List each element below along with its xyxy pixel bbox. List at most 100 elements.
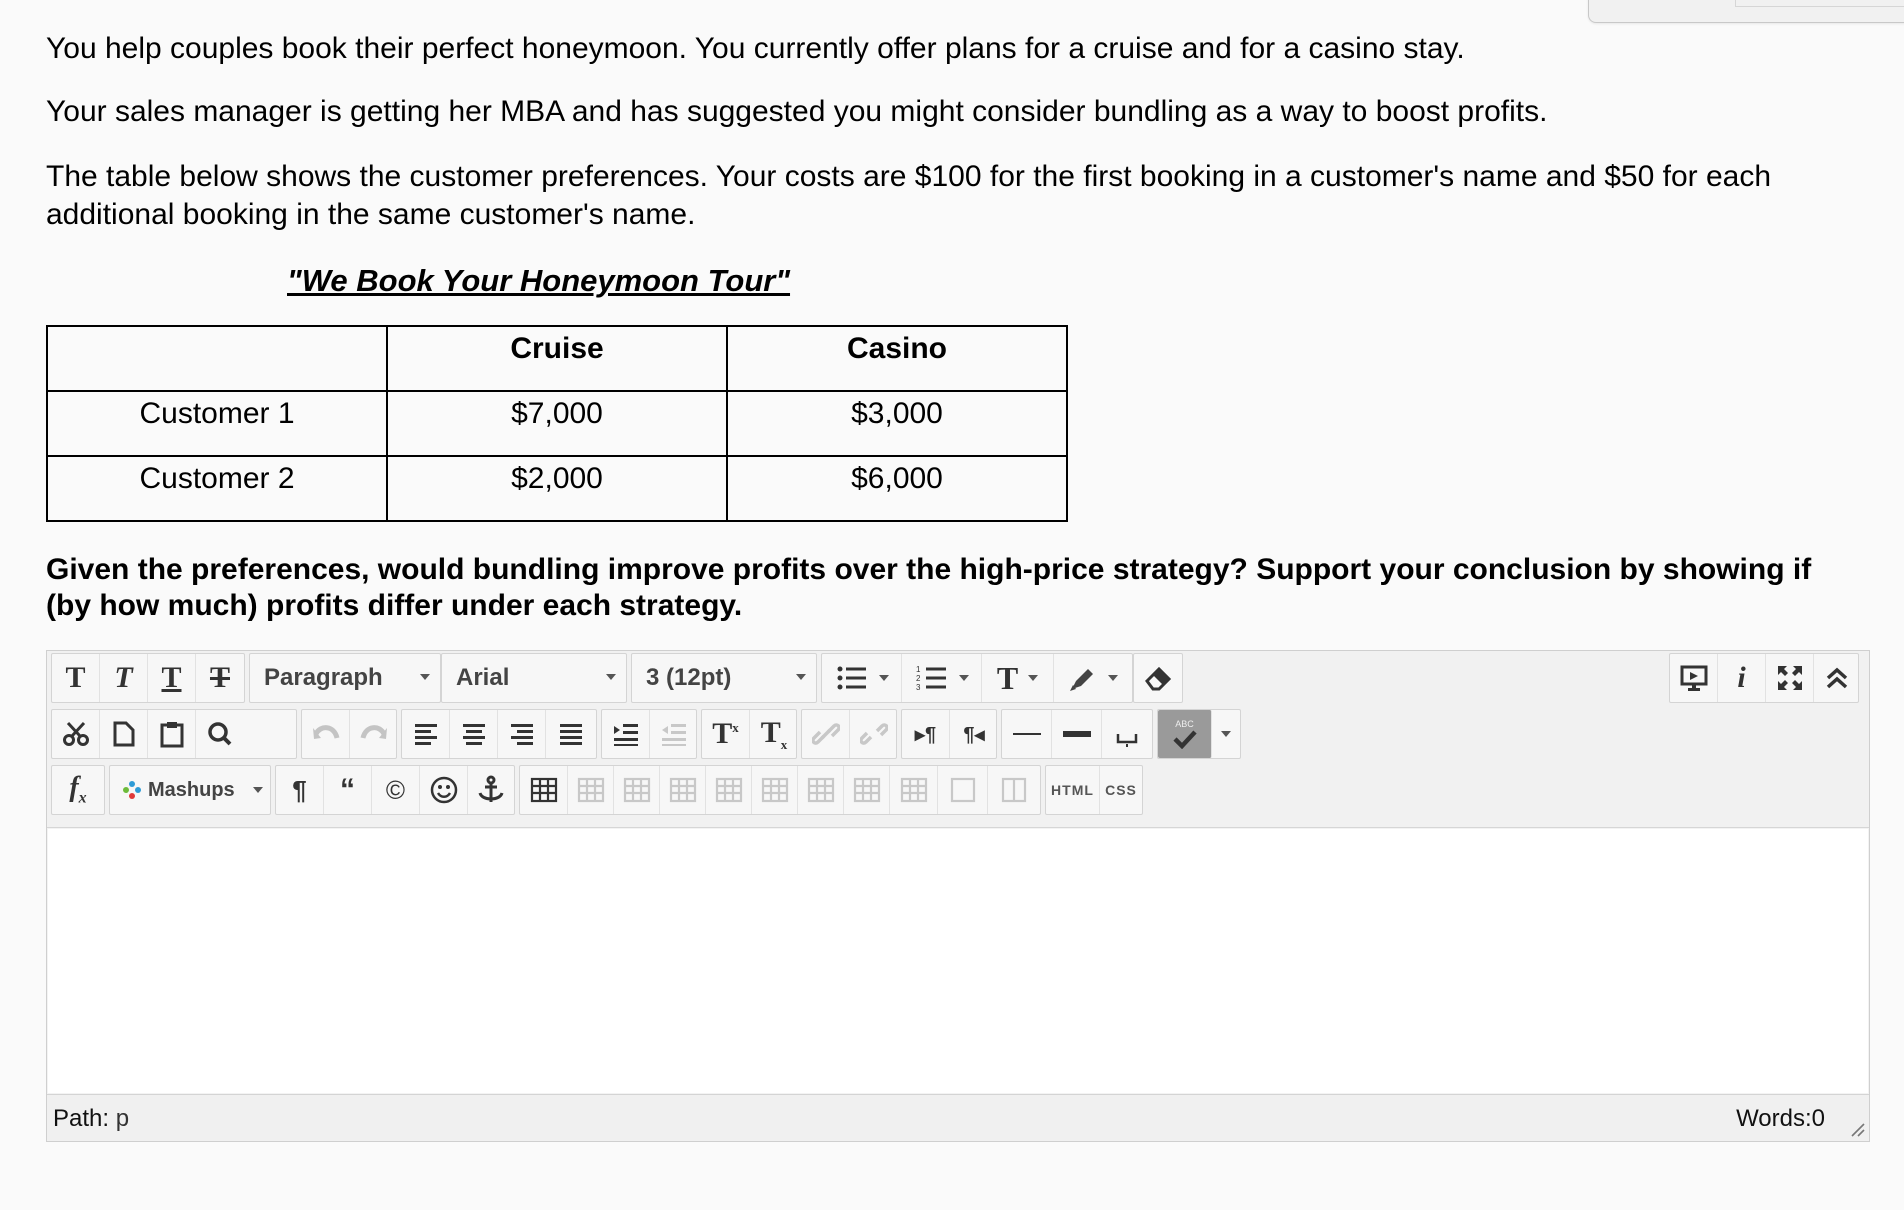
element-path: Path: p [53, 1105, 129, 1133]
redo-icon[interactable] [350, 710, 398, 758]
mashups-icon [123, 781, 141, 799]
view-tools-group: i [1669, 653, 1859, 703]
chevron-down-icon [420, 674, 430, 680]
strikethrough-icon[interactable]: T [196, 654, 244, 702]
copyright-icon[interactable]: © [372, 766, 420, 814]
mashups-group: Mashups [109, 765, 271, 815]
link-icon[interactable] [802, 710, 850, 758]
spellcheck-menu[interactable] [1212, 710, 1240, 758]
table-header-cell: Casino [726, 325, 1068, 392]
italic-icon[interactable]: T [100, 654, 148, 702]
table-cell-icon[interactable] [938, 766, 988, 814]
font-select-value: Arial [456, 664, 510, 691]
table-cell-icon[interactable] [752, 766, 798, 814]
copy-icon[interactable] [100, 710, 148, 758]
numbered-list-icon[interactable]: 123 [902, 654, 982, 702]
css-source-button[interactable]: CSS [1100, 766, 1142, 814]
thick-rule-icon[interactable] [1052, 710, 1102, 758]
spellcheck-group: ABC [1157, 709, 1241, 759]
table-cell: $3,000 [726, 390, 1068, 457]
table-cell-icon[interactable] [844, 766, 890, 814]
chevron-down-icon [606, 674, 616, 680]
table-cell-icon[interactable] [798, 766, 844, 814]
source-group: HTML CSS [1045, 765, 1143, 815]
nonbreaking-space-icon[interactable] [1102, 710, 1152, 758]
table-cell-icon[interactable] [614, 766, 660, 814]
chevron-down-icon [252, 787, 263, 793]
format-select-box: Paragraph [249, 653, 441, 703]
rich-text-editor: T T T T Paragraph Arial 3 (12pt) 123 T i… [46, 650, 1870, 1142]
ltr-icon[interactable]: ▸¶ [902, 710, 950, 758]
text-color-icon[interactable]: T [982, 654, 1054, 702]
unlink-icon[interactable] [850, 710, 898, 758]
spellcheck-icon[interactable]: ABC [1158, 710, 1212, 758]
intro-paragraph-3: The table below shows the customer prefe… [46, 160, 1772, 231]
eraser-icon[interactable] [1134, 654, 1182, 702]
spellcheck-label: ABC [1175, 719, 1194, 729]
table-cell-icon[interactable] [568, 766, 614, 814]
emoticon-icon[interactable] [420, 766, 468, 814]
resize-handle-icon[interactable] [1847, 1119, 1865, 1137]
collapse-icon[interactable] [1814, 654, 1860, 702]
intro-paragraph-2: Your sales manager is getting her MBA an… [46, 95, 1548, 128]
outdent-icon[interactable] [650, 710, 698, 758]
cut-icon[interactable] [52, 710, 100, 758]
highlight-icon[interactable] [1054, 654, 1132, 702]
format-select[interactable]: Paragraph [250, 654, 440, 702]
anchor-icon[interactable] [468, 766, 514, 814]
horizontal-rule-icon[interactable] [1002, 710, 1052, 758]
mashups-button[interactable]: Mashups [110, 766, 270, 814]
undo-icon[interactable] [302, 710, 350, 758]
find-icon[interactable] [196, 710, 244, 758]
formula-icon[interactable]: fx [52, 766, 104, 814]
size-select-value: 3 (12pt) [646, 664, 732, 691]
table-cell-icon[interactable] [706, 766, 752, 814]
chevron-down-icon [1028, 675, 1039, 681]
paragraph-mark-icon[interactable]: ¶ [276, 766, 324, 814]
text-style-group: T T T T [51, 653, 245, 703]
align-right-icon[interactable] [498, 710, 546, 758]
intro-paragraph-1: You help couples book their perfect hone… [46, 32, 1465, 65]
table-cell: $2,000 [386, 455, 728, 522]
bullet-list-icon[interactable] [822, 654, 902, 702]
superscript-icon[interactable]: Tx [702, 710, 750, 758]
cell-value: $2,000 [511, 462, 603, 495]
mashups-label: Mashups [148, 778, 235, 801]
align-center-icon[interactable] [450, 710, 498, 758]
indent-icon[interactable] [602, 710, 650, 758]
html-source-button[interactable]: HTML [1046, 766, 1100, 814]
blockquote-icon[interactable]: “ [324, 766, 372, 814]
table-header-cell [46, 325, 388, 392]
info-icon[interactable]: i [1718, 654, 1766, 702]
rtl-icon[interactable]: ¶◂ [950, 710, 998, 758]
size-select[interactable]: 3 (12pt) [632, 654, 816, 702]
insert-group: ¶ “ © [275, 765, 515, 815]
editor-body[interactable] [48, 829, 1868, 1093]
svg-text:2: 2 [916, 674, 921, 683]
table-title: "We Book Your Honeymoon Tour" [287, 263, 791, 298]
justify-icon[interactable] [546, 710, 596, 758]
header-empty [48, 327, 386, 332]
align-left-icon[interactable] [402, 710, 450, 758]
indent-group [601, 709, 697, 759]
table-header-cell: Cruise [386, 325, 728, 392]
question-text: Given the preferences, would bundling im… [46, 553, 1812, 622]
bold-icon[interactable]: T [52, 654, 100, 702]
table-cell-icon[interactable] [890, 766, 938, 814]
subscript-icon[interactable]: Tx [750, 710, 798, 758]
fullscreen-icon[interactable] [1766, 654, 1814, 702]
path-value[interactable]: p [116, 1105, 129, 1132]
table-cell-icon[interactable] [660, 766, 706, 814]
table-cell: Customer 1 [46, 390, 388, 457]
table-icon[interactable] [520, 766, 568, 814]
path-label: Path: [53, 1105, 110, 1132]
preview-icon[interactable] [1670, 654, 1718, 702]
column-icon[interactable] [988, 766, 1040, 814]
svg-text:1: 1 [916, 665, 921, 674]
paste-icon[interactable] [148, 710, 196, 758]
underline-icon[interactable]: T [148, 654, 196, 702]
font-select[interactable]: Arial [442, 654, 626, 702]
rule-group [1001, 709, 1153, 759]
preferences-table: Cruise Casino Customer 1 $7,000 $3,000 C… [46, 325, 1068, 522]
table-cell: $7,000 [386, 390, 728, 457]
